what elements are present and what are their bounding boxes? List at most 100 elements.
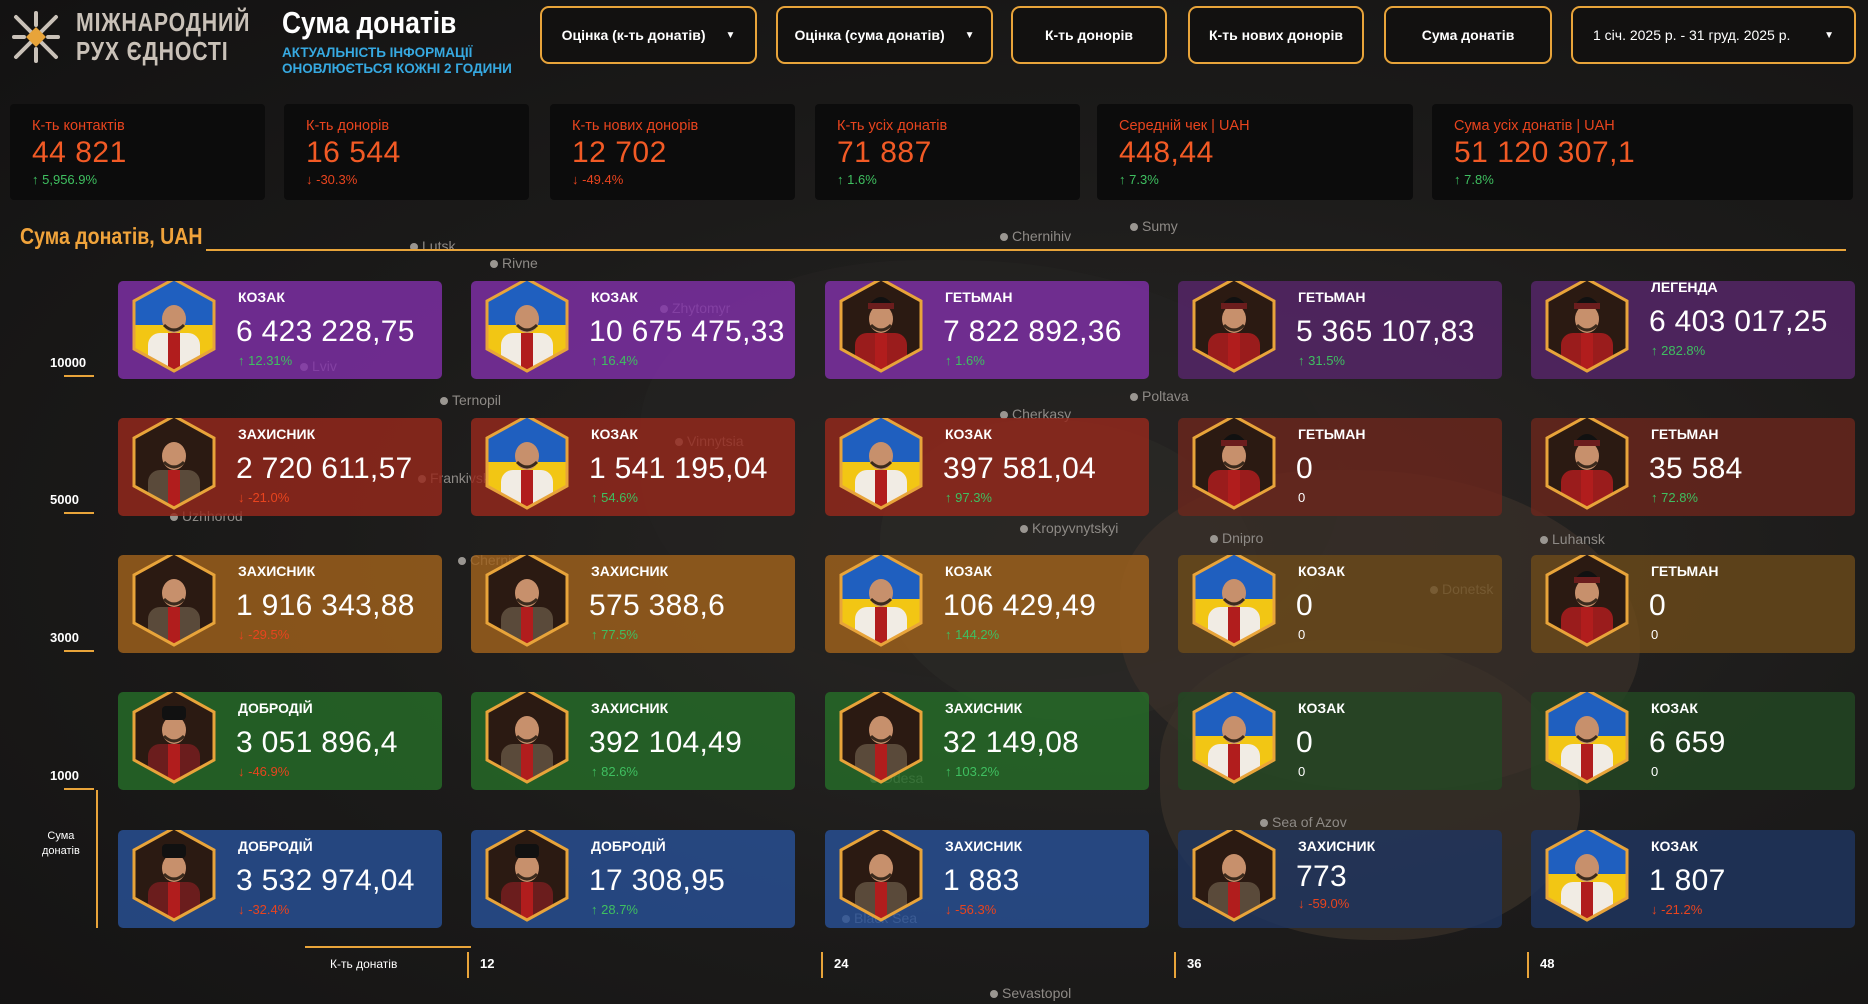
avatar-icon	[132, 418, 216, 510]
logo-line1: МІЖНАРОДНИЙ	[76, 7, 251, 37]
kpi-card: К-ть контактів 44 821 5,956.9%	[10, 104, 265, 200]
x-axis-tick-mark	[1527, 952, 1529, 978]
donor-segment-card[interactable]: ДОБРОДІЙ 3 532 974,04 -32.4%	[118, 830, 442, 928]
donation-delta: -32.4%	[238, 902, 289, 917]
donor-segment-card[interactable]: КОЗАК 0 0	[1178, 555, 1502, 653]
donors-count-button-label: К-ть донорів	[1044, 27, 1134, 43]
donor-segment-card[interactable]: КОЗАК 10 675 475,33 16.4%	[471, 281, 795, 379]
dropdown-sum-rating[interactable]: Оцінка (сума донатів) ▼	[776, 6, 993, 64]
avatar-icon	[132, 830, 216, 922]
kpi-card: К-ть усіх донатів 71 887 1.6%	[815, 104, 1080, 200]
donation-delta: -29.5%	[238, 627, 289, 642]
donor-segment-card[interactable]: ГЕТЬМАН 35 584 72.8%	[1531, 418, 1855, 516]
avatar-icon	[485, 281, 569, 373]
donor-segment-card[interactable]: ДОБРОДІЙ 17 308,95 28.7%	[471, 830, 795, 928]
donor-segment-card[interactable]: ЗАХИСНИК 575 388,6 77.5%	[471, 555, 795, 653]
donations-sum-button[interactable]: Сума донатів	[1384, 6, 1552, 64]
map-city-label: Chernihiv	[1000, 228, 1071, 244]
donor-segment-card[interactable]: КОЗАК 397 581,04 97.3%	[825, 418, 1149, 516]
tier-label: ЗАХИСНИК	[1298, 838, 1376, 854]
avatar-icon	[485, 692, 569, 784]
update-note-line2: ОНОВЛЮЄТЬСЯ КОЖНІ 2 ГОДИНИ	[282, 61, 512, 76]
date-range-value: 1 січ. 2025 р. - 31 груд. 2025 р.	[1593, 27, 1791, 43]
donor-segment-card[interactable]: ДОБРОДІЙ 3 051 896,4 -46.9%	[118, 692, 442, 790]
donor-segment-card[interactable]: КОЗАК 1 807 -21.2%	[1531, 830, 1855, 928]
donor-segment-card[interactable]: КОЗАК 1 541 195,04 54.6%	[471, 418, 795, 516]
donor-segment-card[interactable]: КОЗАК 0 0	[1178, 692, 1502, 790]
kpi-value: 71 887	[837, 136, 932, 169]
kpi-delta: 1.6%	[837, 172, 1058, 187]
dashboard: LutskRivneZhytomyrChernihivSumyLvivTerno…	[0, 0, 1868, 1004]
tier-label: ГЕТЬМАН	[1298, 426, 1366, 442]
donor-segment-card[interactable]: ЗАХИСНИК 773 -59.0%	[1178, 830, 1502, 928]
donation-amount: 0	[1296, 452, 1313, 485]
donor-segment-card[interactable]: ЛЕГЕНДА 6 403 017,25 282.8%	[1531, 281, 1855, 379]
donor-segment-card[interactable]: ГЕТЬМАН 0 0	[1178, 418, 1502, 516]
y-axis-tick-mark	[64, 512, 94, 514]
kpi-card: Сума усіх донатів | UAH 51 120 307,1 7.8…	[1432, 104, 1853, 200]
x-axis-tick-mark	[467, 952, 469, 978]
map-city-label: Dnipro	[1210, 530, 1263, 546]
logo-line2: РУХ ЄДНОСТІ	[76, 36, 229, 66]
donation-delta: 12.31%	[238, 353, 292, 368]
dropdown-count-rating[interactable]: Оцінка (к-ть донатів) ▼	[540, 6, 757, 64]
donor-segment-card[interactable]: ЗАХИСНИК 1 883 -56.3%	[825, 830, 1149, 928]
donation-delta: -46.9%	[238, 764, 289, 779]
donation-delta: -21.2%	[1651, 902, 1702, 917]
map-city-label: Sevastopol	[990, 985, 1071, 1001]
avatar-icon	[485, 418, 569, 510]
donors-count-button[interactable]: К-ть донорів	[1011, 6, 1167, 64]
kpi-delta: 7.8%	[1454, 172, 1831, 187]
donation-delta: 0	[1651, 764, 1659, 779]
donor-segment-card[interactable]: ЗАХИСНИК 32 149,08 103.2%	[825, 692, 1149, 790]
donation-delta: 97.3%	[945, 490, 992, 505]
avatar-icon	[839, 418, 923, 510]
date-range-picker[interactable]: 1 січ. 2025 р. - 31 груд. 2025 р. ▼	[1571, 6, 1856, 64]
donation-amount: 3 051 896,4	[236, 726, 398, 759]
donor-segment-card[interactable]: ГЕТЬМАН 0 0	[1531, 555, 1855, 653]
tier-label: ЗАХИСНИК	[945, 838, 1023, 854]
kpi-label: Середній чек | UAH	[1119, 118, 1250, 134]
donor-segment-card[interactable]: ЗАХИСНИК 2 720 611,57 -21.0%	[118, 418, 442, 516]
kpi-label: К-ть донорів	[306, 118, 390, 134]
donation-delta: -21.0%	[238, 490, 289, 505]
y-axis-tick: 5000	[50, 492, 94, 514]
avatar-icon	[839, 281, 923, 373]
donation-delta: 0	[1298, 764, 1306, 779]
x-axis-tick-label: 12	[480, 956, 495, 971]
donation-amount: 575 388,6	[589, 589, 726, 622]
tier-label: ДОБРОДІЙ	[238, 838, 313, 854]
tier-label: КОЗАК	[1651, 700, 1698, 716]
map-city-label: Sea of Azov	[1260, 814, 1347, 830]
donor-segment-card[interactable]: КОЗАК 6 659 0	[1531, 692, 1855, 790]
kpi-delta: 7.3%	[1119, 172, 1391, 187]
donor-segment-card[interactable]: КОЗАК 6 423 228,75 12.31%	[118, 281, 442, 379]
donation-amount: 1 541 195,04	[589, 452, 768, 485]
y-axis-tick-label: 3000	[50, 630, 79, 645]
donor-segment-card[interactable]: КОЗАК 106 429,49 144.2%	[825, 555, 1149, 653]
tier-label: ДОБРОДІЙ	[238, 700, 313, 716]
donation-amount: 2 720 611,57	[236, 452, 413, 485]
logo: МІЖНАРОДНИЙ РУХ ЄДНОСТІ	[8, 8, 289, 66]
kpi-value: 51 120 307,1	[1454, 136, 1636, 169]
kpi-label: К-ть усіх донатів	[837, 118, 948, 134]
avatar-icon	[1192, 692, 1276, 784]
map-city-label: Rivne	[490, 255, 538, 271]
tier-label: КОЗАК	[1651, 838, 1698, 854]
donor-segment-card[interactable]: ЗАХИСНИК 392 104,49 82.6%	[471, 692, 795, 790]
x-axis-tick-label: 36	[1187, 956, 1202, 971]
donation-amount: 106 429,49	[943, 589, 1097, 622]
kpi-delta: -30.3%	[306, 172, 507, 187]
donor-segment-card[interactable]: ЗАХИСНИК 1 916 343,88 -29.5%	[118, 555, 442, 653]
kpi-delta: 5,956.9%	[32, 172, 243, 187]
map-city-label: Poltava	[1130, 388, 1189, 404]
new-donors-button[interactable]: К-ть нових донорів	[1188, 6, 1364, 64]
y-axis-tick: 10000	[50, 355, 94, 377]
kpi-label: Сума усіх донатів | UAH	[1454, 118, 1615, 134]
donor-segment-card[interactable]: ГЕТЬМАН 7 822 892,36 1.6%	[825, 281, 1149, 379]
y-axis-tick-mark	[64, 650, 94, 652]
x-axis-tick-label: 24	[834, 956, 849, 971]
donor-segment-card[interactable]: ГЕТЬМАН 5 365 107,83 31.5%	[1178, 281, 1502, 379]
map-city-label: Kropyvnytskyi	[1020, 520, 1118, 536]
donation-delta: -59.0%	[1298, 896, 1349, 911]
